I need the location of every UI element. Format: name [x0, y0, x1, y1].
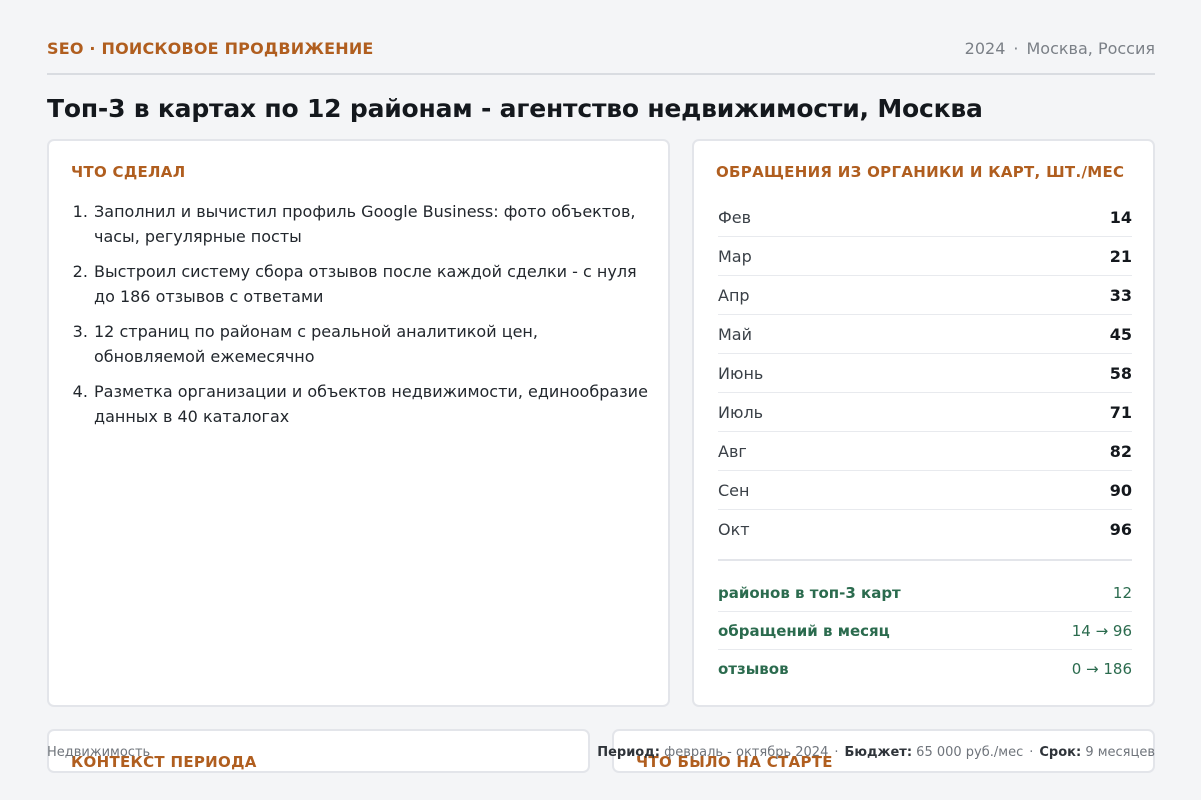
- month-label: Июль: [718, 402, 764, 422]
- month-label: Май: [718, 324, 753, 344]
- monthly-table: Фев 14 Мар 21 Апр 33 Май 45 Июнь 58 Июль 71 Ав…: [718, 198, 1132, 549]
- total-value: 14 → 96: [1071, 621, 1132, 640]
- total-label: районов в топ-3 карт: [718, 583, 901, 602]
- month-label: Авг: [718, 441, 747, 461]
- totals-list: районов в топ-3 карт 12 обращений в месяц…: [718, 574, 1132, 688]
- total-value: 0 → 186: [1071, 660, 1132, 678]
- work-step: Разметка организации и объектов недвижим…: [93, 379, 653, 429]
- month-label: Мар: [718, 246, 752, 266]
- year-label: 2024: [964, 39, 1006, 58]
- month-value: 96: [1109, 520, 1132, 539]
- table-row: Апр 33: [718, 276, 1132, 315]
- month-label: Фев: [718, 207, 752, 227]
- total-row: районов в топ-3 карт 12: [718, 574, 1132, 612]
- stats-heading: Обращения из органики и карт, шт./мес: [716, 163, 1125, 181]
- work-card: Что сделал Заполнил и вычистил профиль G…: [47, 139, 670, 707]
- month-value: 14: [1109, 207, 1132, 227]
- period-label: Период:: [597, 745, 660, 760]
- table-row: Июль 71: [718, 393, 1132, 432]
- term-label: Срок:: [1039, 745, 1082, 760]
- work-step: Выстроил систему сбора отзывов после каж…: [93, 259, 653, 309]
- period-value: февраль - октябрь 2024: [664, 745, 829, 760]
- month-label: Апр: [718, 285, 750, 305]
- total-value: 12: [1112, 583, 1132, 602]
- month-value: 21: [1109, 246, 1132, 266]
- budget-label: Бюджет:: [844, 745, 913, 760]
- table-row: Авг 82: [718, 432, 1132, 471]
- project-footer: Период: февраль - октябрь 2024 · Бюджет: 6…: [597, 745, 1155, 760]
- page-header: SEO · ПОИСКОВОЕ ПРОДВИЖЕНИЕ 2024 · Москва,…: [47, 39, 1155, 75]
- table-row: Фев 14: [718, 198, 1132, 237]
- month-value: 45: [1109, 324, 1132, 344]
- month-value: 71: [1109, 402, 1132, 422]
- meta-separator: ·: [1013, 39, 1019, 58]
- month-label: Сен: [718, 480, 750, 500]
- footer-separator: ·: [1029, 745, 1034, 760]
- term-value: 9 месяцев: [1085, 745, 1155, 760]
- total-label: отзывов: [718, 660, 789, 678]
- month-value: 33: [1109, 285, 1132, 305]
- table-row: Сен 90: [718, 471, 1132, 510]
- page-title: Топ-3 в картах по 12 районам - агентство…: [47, 94, 983, 123]
- industry-label: Недвижимость: [47, 745, 151, 760]
- month-value: 82: [1109, 441, 1132, 461]
- table-row: Мар 21: [718, 237, 1132, 276]
- footer-separator: ·: [834, 745, 839, 760]
- month-label: Июнь: [718, 363, 764, 383]
- stats-divider: [718, 559, 1132, 561]
- month-value: 90: [1109, 480, 1132, 500]
- header-meta: 2024 · Москва, Россия: [965, 39, 1155, 58]
- total-label: обращений в месяц: [718, 621, 890, 640]
- table-row: Июнь 58: [718, 354, 1132, 393]
- work-heading: Что сделал: [71, 163, 186, 181]
- stats-card: Обращения из органики и карт, шт./мес Фе…: [692, 139, 1155, 707]
- table-row: Окт 96: [718, 510, 1132, 549]
- location-label: Москва, Россия: [1026, 39, 1155, 58]
- work-steps-list: Заполнил и вычистил профиль Google Busin…: [93, 199, 653, 439]
- budget-value: 65 000 руб./мес: [916, 745, 1024, 760]
- work-step: Заполнил и вычистил профиль Google Busin…: [93, 199, 653, 249]
- table-row: Май 45: [718, 315, 1132, 354]
- month-value: 58: [1109, 363, 1132, 383]
- month-label: Окт: [718, 520, 750, 539]
- total-row: обращений в месяц 14 → 96: [718, 612, 1132, 650]
- case-study-page: SEO · ПОИСКОВОЕ ПРОДВИЖЕНИЕ 2024 · Москва,…: [0, 0, 1201, 800]
- work-step: 12 страниц по районам с реальной аналити…: [93, 319, 653, 369]
- total-row: отзывов 0 → 186: [718, 650, 1132, 688]
- category-kicker: SEO · ПОИСКОВОЕ ПРОДВИЖЕНИЕ: [47, 39, 374, 58]
